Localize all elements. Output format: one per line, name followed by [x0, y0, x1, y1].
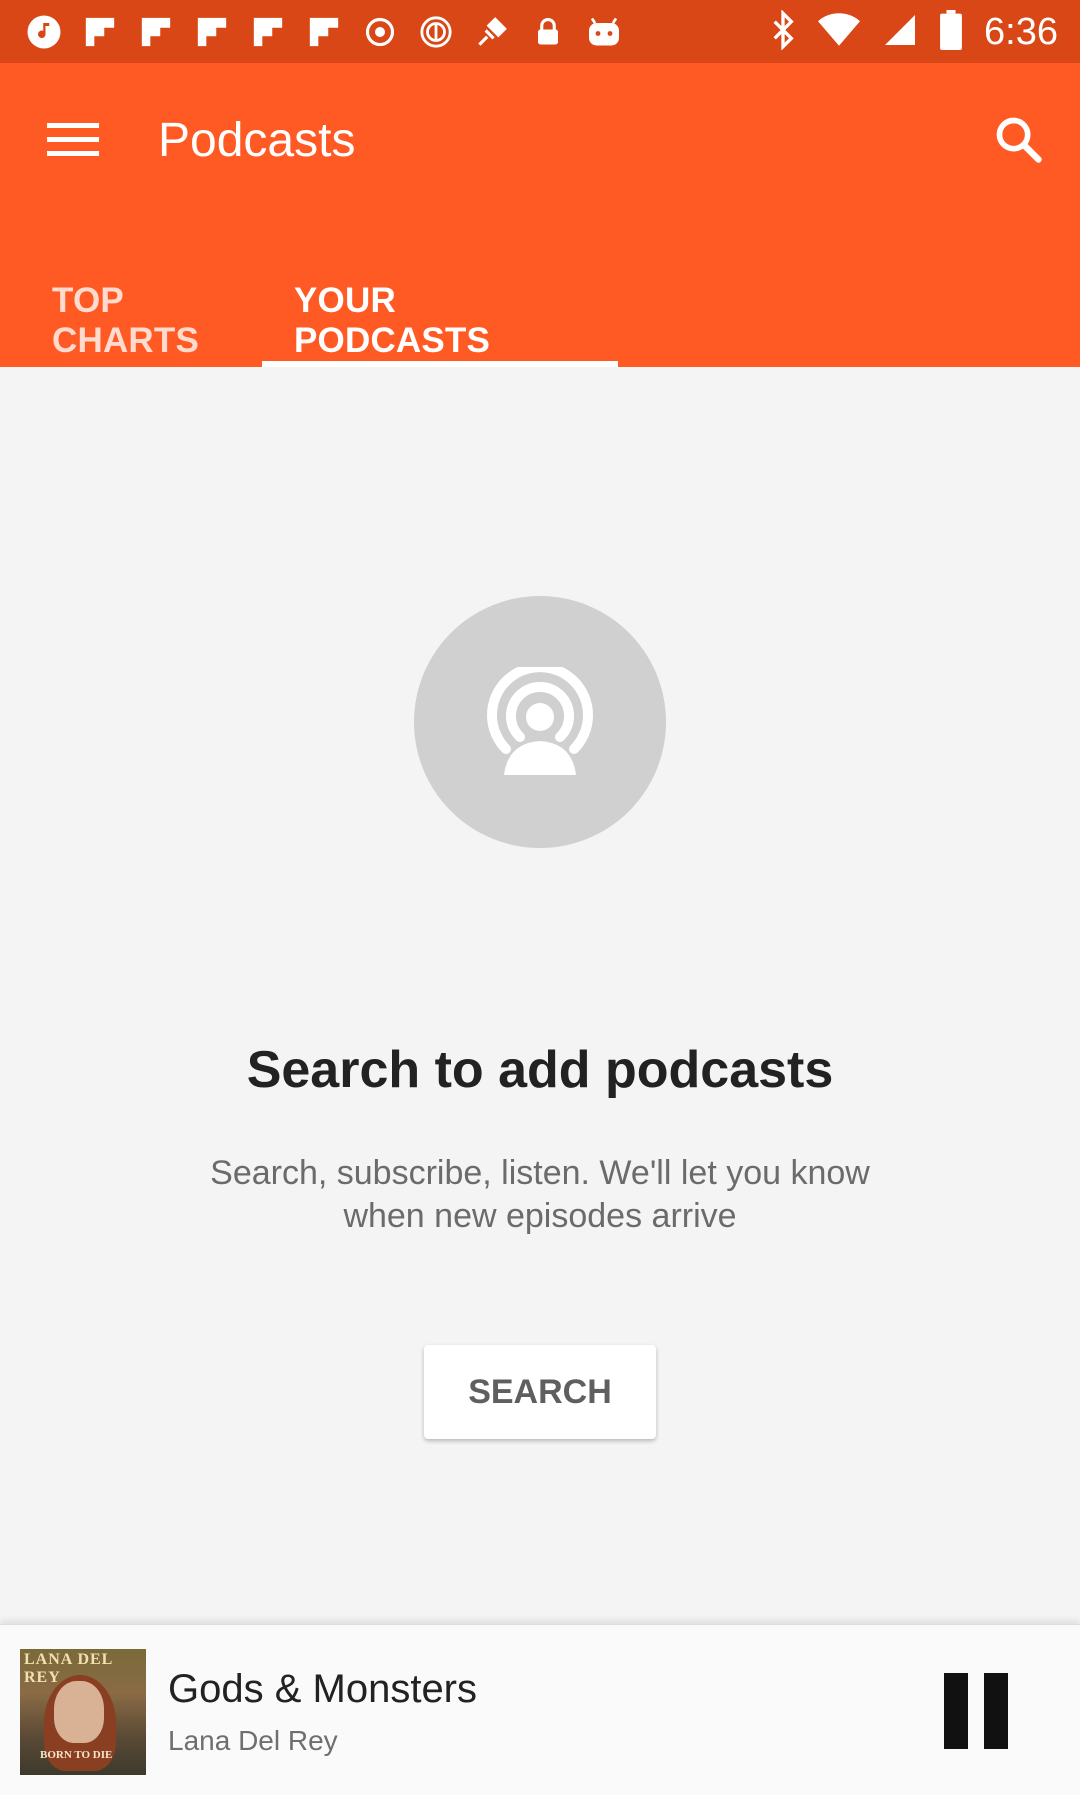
track-title: Gods & Monsters — [168, 1667, 478, 1711]
lock-icon — [528, 12, 568, 52]
wifi-icon — [818, 12, 861, 53]
status-bar: 6:36 — [0, 0, 1080, 63]
cover-subtitle-text: BORN TO DIE — [40, 1749, 113, 1761]
status-time: 6:36 — [984, 10, 1058, 53]
pause-button[interactable] — [936, 1673, 1014, 1749]
record-icon — [416, 12, 456, 52]
bluetooth-icon — [770, 8, 796, 55]
flipboard-icon — [192, 12, 232, 52]
now-playing-bar[interactable]: LANA DEL REY BORN TO DIE Gods & Monsters… — [0, 1624, 1080, 1795]
album-cover[interactable]: LANA DEL REY BORN TO DIE — [20, 1649, 146, 1775]
cover-artwork-face — [54, 1681, 104, 1743]
search-button[interactable] — [986, 107, 1052, 173]
search-podcasts-button[interactable]: SEARCH — [424, 1345, 656, 1439]
notification-icons — [24, 10, 624, 54]
app-bar: Podcasts TOP CHARTS YOUR PODCASTS — [0, 63, 1080, 367]
flipboard-icon — [304, 12, 344, 52]
empty-state-title: Search to add podcasts — [246, 1041, 834, 1099]
cover-title-text: LANA DEL REY — [24, 1651, 113, 1686]
fake-gps-icon — [472, 12, 512, 52]
app-title: Podcasts — [158, 114, 356, 167]
music-note-icon — [24, 12, 64, 52]
radio-icon — [360, 12, 400, 52]
search-icon — [996, 117, 1042, 163]
android-icon — [584, 12, 624, 52]
empty-state-illustration — [414, 596, 666, 848]
hamburger-menu-icon — [47, 123, 99, 156]
flipboard-icon — [136, 12, 176, 52]
menu-button[interactable] — [40, 111, 106, 171]
empty-state-subtitle: Search, subscribe, listen. We'll let you… — [210, 1154, 870, 1235]
track-artist: Lana Del Rey — [168, 1725, 338, 1756]
tab-top-charts[interactable]: TOP CHARTS — [0, 275, 262, 367]
tab-bar: TOP CHARTS YOUR PODCASTS — [0, 275, 618, 367]
battery-icon — [940, 9, 962, 55]
flipboard-icon — [80, 12, 120, 52]
podcast-icon — [487, 667, 593, 775]
tab-your-podcasts[interactable]: YOUR PODCASTS — [262, 275, 618, 367]
flipboard-icon — [248, 12, 288, 52]
signal-icon — [882, 12, 918, 53]
